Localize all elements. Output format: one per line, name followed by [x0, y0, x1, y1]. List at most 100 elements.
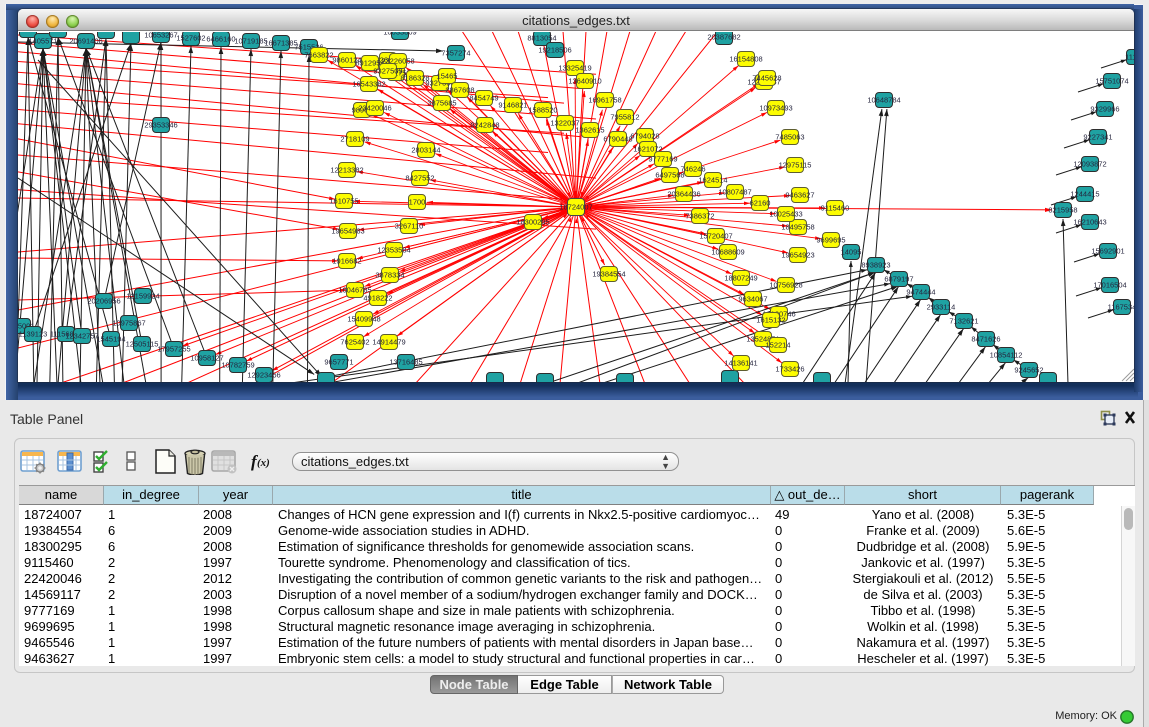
svg-text:8454749: 8454749	[469, 94, 498, 103]
svg-text:10807487: 10807487	[718, 188, 751, 197]
svg-text:8471626: 8471626	[971, 335, 1000, 344]
svg-text:15465: 15465	[437, 72, 458, 81]
svg-text:14095: 14095	[841, 248, 862, 257]
svg-text:1139123: 1139123	[19, 330, 48, 339]
svg-text:9463627: 9463627	[785, 191, 814, 200]
svg-text:6790448: 6790448	[603, 135, 632, 144]
svg-text:16961758: 16961758	[588, 96, 621, 105]
svg-text:15751074: 15751074	[1095, 77, 1128, 86]
svg-text:7132621: 7132621	[949, 317, 978, 326]
svg-text:19384554: 19384554	[592, 270, 625, 279]
svg-text:10719185: 10719185	[234, 37, 267, 46]
svg-text:1700: 1700	[409, 198, 426, 207]
svg-text:7485063: 7485063	[775, 133, 804, 142]
svg-text:7357274: 7357274	[441, 49, 470, 58]
svg-text:12159924: 12159924	[126, 292, 159, 301]
svg-text:13325419: 13325419	[558, 64, 591, 73]
svg-text:16671385: 16671385	[264, 39, 297, 48]
svg-text:10025433: 10025433	[769, 210, 802, 219]
svg-text:152214: 152214	[765, 341, 790, 350]
svg-text:2933114: 2933114	[927, 303, 956, 312]
svg-text:7386372: 7386372	[685, 212, 714, 221]
svg-text:6794028: 6794028	[630, 132, 659, 141]
svg-text:9777169: 9777169	[648, 155, 677, 164]
svg-text:12213382: 12213382	[330, 166, 363, 175]
svg-text:10033809: 10033809	[383, 32, 416, 37]
svg-text:18724007: 18724007	[559, 203, 592, 212]
svg-text:12353584: 12353584	[377, 246, 410, 255]
svg-text:20691406: 20691406	[69, 37, 102, 46]
svg-text:9329966: 9329966	[1090, 105, 1119, 114]
svg-text:18807249: 18807249	[724, 274, 757, 283]
svg-text:4918222: 4918222	[363, 294, 392, 303]
svg-text:10756928: 10756928	[769, 281, 802, 290]
svg-text:2718109: 2718109	[340, 135, 369, 144]
svg-text:9146821: 9146821	[498, 101, 527, 110]
svg-text:10975867: 10975867	[112, 319, 145, 328]
svg-text:19218506: 19218506	[538, 46, 571, 55]
svg-text:10973493: 10973493	[759, 104, 792, 113]
svg-text:10688609: 10688609	[711, 248, 744, 257]
svg-text:9634067: 9634067	[738, 295, 767, 304]
svg-text:8427552: 8427552	[405, 174, 434, 183]
svg-text:10653267: 10653267	[144, 32, 177, 40]
svg-text:15720407: 15720407	[699, 232, 732, 241]
svg-text:8938923: 8938923	[861, 261, 890, 270]
svg-text:14136141: 14136141	[724, 359, 757, 368]
svg-text:7955812: 7955812	[610, 113, 639, 122]
svg-text:1362615: 1362615	[575, 126, 604, 135]
svg-text:17016504: 17016504	[1093, 281, 1126, 290]
svg-text:12975115: 12975115	[779, 161, 812, 170]
svg-text:10782759: 10782759	[221, 361, 254, 370]
svg-text:17957255: 17957255	[157, 345, 190, 354]
svg-text:15409948: 15409948	[347, 315, 380, 324]
svg-text:1244415: 1244415	[1070, 190, 1099, 199]
svg-text:12505115: 12505115	[126, 340, 159, 349]
svg-text:(x): (x)	[257, 457, 270, 469]
svg-text:62160: 62160	[750, 199, 771, 208]
svg-text:9115460: 9115460	[821, 204, 850, 213]
svg-text:10854112: 10854112	[990, 351, 1023, 360]
svg-text:1615132: 1615132	[756, 316, 785, 325]
svg-text:19654923: 19654923	[781, 251, 814, 260]
svg-text:7663822: 7663822	[304, 51, 333, 60]
svg-text:13640910: 13640910	[568, 77, 601, 86]
svg-text:3875685: 3875685	[427, 99, 456, 108]
svg-text:2803144: 2803144	[411, 146, 440, 155]
svg-text:11172: 11172	[1125, 53, 1134, 62]
svg-text:1624514: 1624514	[698, 176, 727, 185]
svg-text:9242848: 9242848	[470, 121, 499, 130]
svg-text:7625402: 7625402	[340, 338, 369, 347]
svg-text:6466160: 6466160	[206, 35, 235, 44]
svg-text:23420046: 23420046	[358, 104, 391, 113]
svg-text:16543382: 16543382	[352, 80, 385, 89]
svg-text:16154808: 16154808	[729, 55, 762, 64]
svg-text:12093872: 12093872	[1073, 160, 1106, 169]
svg-text:1527602: 1527602	[176, 34, 205, 43]
svg-text:12342757: 12342757	[65, 332, 98, 341]
svg-text:19654983: 19654983	[331, 227, 364, 236]
svg-text:14914479: 14914479	[372, 338, 405, 347]
svg-text:9327509: 9327509	[373, 67, 402, 76]
svg-text:1610755: 1610755	[329, 197, 358, 206]
svg-text:3267110: 3267110	[395, 222, 424, 231]
svg-text:9245652: 9245652	[1014, 366, 1043, 375]
svg-text:29353346: 29353346	[144, 121, 177, 130]
svg-text:1916682: 1916682	[332, 257, 361, 266]
svg-text:20206956: 20206956	[87, 297, 120, 306]
svg-text:9657771: 9657771	[324, 358, 353, 367]
svg-text:18300295: 18300295	[516, 218, 549, 227]
svg-text:8813054: 8813054	[527, 34, 556, 43]
svg-text:1167534: 1167534	[1108, 303, 1134, 312]
svg-text:20387682: 20387682	[707, 33, 740, 42]
svg-text:9474444: 9474444	[906, 288, 935, 297]
svg-text:8215958: 8215958	[1048, 206, 1077, 215]
svg-text:20364436: 20364436	[667, 190, 700, 199]
svg-text:18495758: 18495758	[781, 223, 814, 232]
svg-text:9227341: 9227341	[1083, 133, 1112, 142]
svg-text:3878334: 3878334	[375, 271, 404, 280]
svg-text:16210643: 16210643	[1073, 218, 1106, 227]
svg-text:9699695: 9699695	[816, 236, 845, 245]
svg-text:7445628: 7445628	[752, 74, 781, 83]
svg-text:10648784: 10648784	[867, 96, 900, 105]
